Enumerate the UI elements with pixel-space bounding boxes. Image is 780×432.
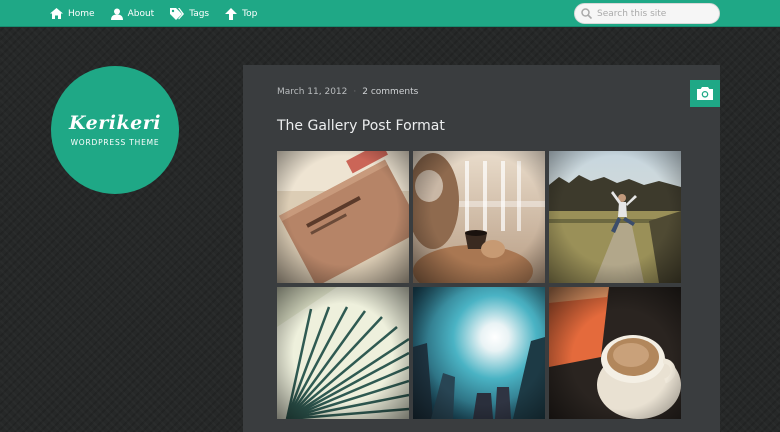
user-icon <box>110 8 123 20</box>
gallery-image-paper-fan[interactable] <box>277 287 409 419</box>
post-format-badge[interactable] <box>690 80 720 107</box>
home-icon <box>50 8 63 19</box>
main-nav: Home About Tags Top <box>50 0 273 27</box>
nav-item-label: About <box>127 8 155 19</box>
nav-item-tags[interactable]: Tags <box>170 0 209 27</box>
meta-separator: · <box>353 87 357 97</box>
gallery-image-sun-buildings[interactable] <box>413 287 545 419</box>
search-input[interactable] <box>597 8 715 19</box>
gallery-image-magazine[interactable] <box>277 151 409 283</box>
post-comments-link[interactable]: 2 comments <box>362 87 418 97</box>
nav-item-label: Home <box>68 8 95 19</box>
post-date[interactable]: March 11, 2012 <box>277 87 347 97</box>
top-navigation-bar: Home About Tags Top <box>0 0 780 27</box>
search-icon <box>581 8 592 19</box>
gallery-image-man-coffee[interactable] <box>413 151 545 283</box>
site-logo[interactable]: Kerikeri WORDPRESS THEME <box>51 66 179 194</box>
nav-item-label: Tags <box>189 8 210 19</box>
tag-icon <box>170 7 185 20</box>
gallery-image-coffee-cup[interactable] <box>549 287 681 419</box>
camera-icon <box>697 87 713 100</box>
post-title[interactable]: The Gallery Post Format <box>277 118 445 134</box>
arrow-up-icon <box>225 7 238 20</box>
gallery-image-jumping-person[interactable] <box>549 151 681 283</box>
nav-item-about[interactable]: About <box>110 0 155 27</box>
site-title: Kerikeri <box>69 111 161 134</box>
site-subtitle: WORDPRESS THEME <box>70 137 160 147</box>
nav-item-home[interactable]: Home <box>50 0 95 27</box>
search-box[interactable] <box>574 3 720 24</box>
post-meta: March 11, 2012 · 2 comments <box>277 87 418 97</box>
nav-item-top[interactable]: Top <box>225 0 257 27</box>
nav-item-label: Top <box>242 8 258 19</box>
